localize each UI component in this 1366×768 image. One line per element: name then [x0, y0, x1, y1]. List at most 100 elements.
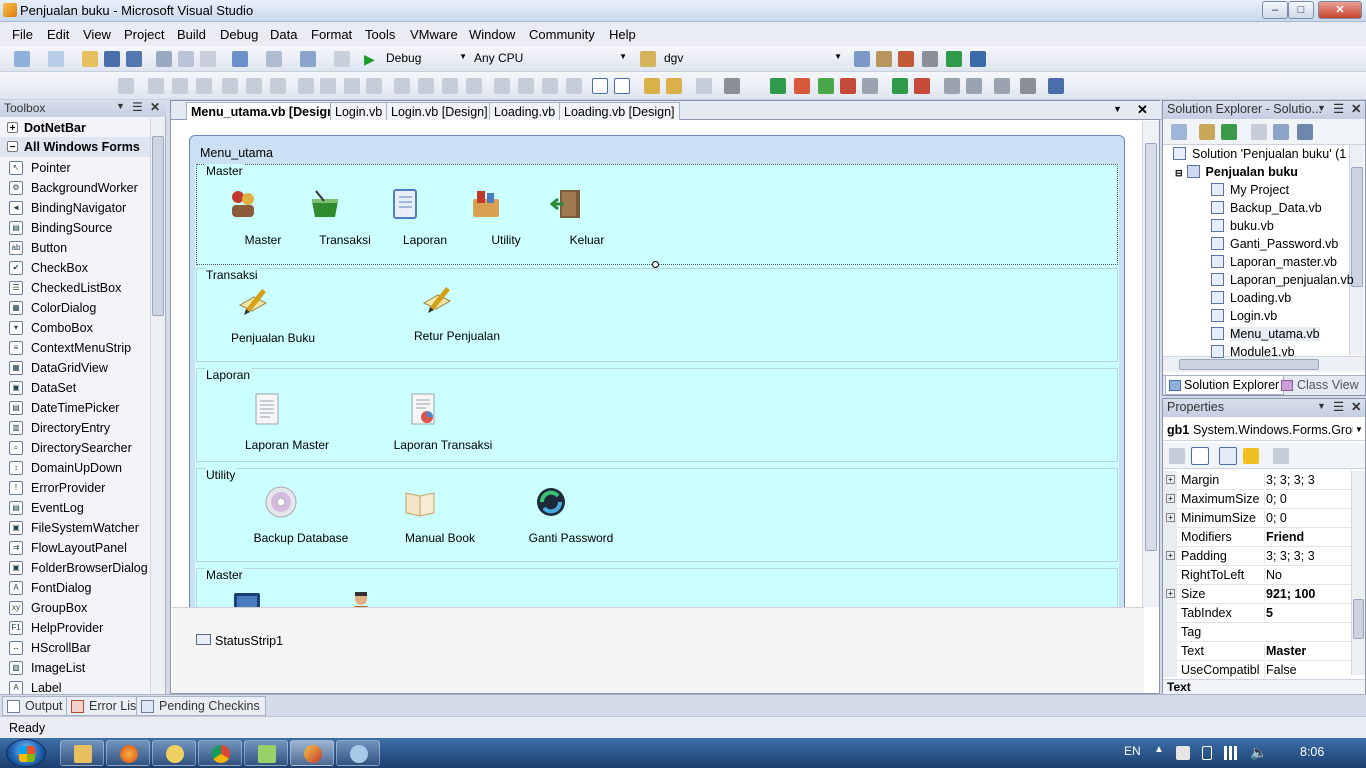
backup-database-button[interactable]: Backup Database	[254, 485, 348, 545]
toolbox-pin-icon[interactable]: ☰	[132, 100, 143, 114]
action-center-icon[interactable]	[1176, 746, 1190, 760]
align-bottoms-icon[interactable]	[270, 78, 286, 94]
toolbox-item-bindingsource[interactable]: ▤ BindingSource	[0, 218, 150, 238]
align-centers-icon[interactable]	[172, 78, 188, 94]
designer-scrollbar[interactable]	[1142, 121, 1159, 607]
toolbox-item-eventlog[interactable]: ▤ EventLog	[0, 498, 150, 518]
tab-pending-checkins[interactable]: Pending Checkins	[136, 696, 266, 716]
tab-solution-explorer[interactable]: Solution Explorer	[1165, 376, 1285, 395]
props-pin-icon[interactable]: ☰	[1333, 399, 1344, 414]
tab-menu-utama-design[interactable]: Menu_utama.vb [Design]	[186, 102, 344, 120]
solution-explorer-icon[interactable]	[854, 51, 870, 67]
center-vertically-icon[interactable]	[614, 78, 630, 94]
toolbox-item-flowlayoutpanel[interactable]: ⇉ FlowLayoutPanel	[0, 538, 150, 558]
configuration-combo[interactable]: Debug ▼	[382, 49, 470, 68]
tab-loading-design[interactable]: Loading.vb [Design]	[559, 102, 680, 120]
toolbox-item-fontdialog[interactable]: A FontDialog	[0, 578, 150, 598]
send-to-back-icon[interactable]	[666, 78, 682, 94]
property-row-maximumsize[interactable]: + MaximumSize 0; 0	[1163, 490, 1351, 509]
step-icon[interactable]	[818, 78, 834, 94]
form-menu-utama[interactable]: Menu_utama Master Master Transaksi Lapor…	[189, 135, 1125, 613]
start-button[interactable]	[6, 739, 46, 767]
toolbox-item-helpprovider[interactable]: F1 HelpProvider	[0, 618, 150, 638]
property-value[interactable]: 0; 0	[1264, 492, 1350, 506]
groupbox-transaksi[interactable]: Transaksi Penjualan Buku Retur Penjualan	[196, 268, 1118, 362]
navigate-icon[interactable]	[300, 51, 316, 67]
property-value[interactable]: No	[1264, 568, 1350, 582]
se-pin-icon[interactable]: ☰	[1333, 101, 1344, 116]
property-row-padding[interactable]: + Padding 3; 3; 3; 3	[1163, 547, 1351, 566]
toolbox-item-colordialog[interactable]: ▦ ColorDialog	[0, 298, 150, 318]
toolbox-item-errorprovider[interactable]: ! ErrorProvider	[0, 478, 150, 498]
master-button[interactable]: Master	[223, 187, 281, 247]
toolbox-category-all-windows-forms[interactable]: − All Windows Forms	[0, 137, 150, 157]
increase-spacing-icon[interactable]	[418, 78, 434, 94]
laporan-master-button[interactable]: Laporan Master	[245, 392, 329, 452]
property-value[interactable]: Friend	[1264, 530, 1350, 544]
laporan-transaksi-button[interactable]: Laporan Transaksi	[394, 392, 492, 452]
toolbox-item-checkedlistbox[interactable]: ☰ CheckedListBox	[0, 278, 150, 298]
record-icon[interactable]	[914, 78, 930, 94]
properties-icon[interactable]	[1171, 124, 1187, 140]
size-to-grid-icon[interactable]	[366, 78, 382, 94]
designer-scroll-thumb[interactable]	[1145, 143, 1157, 551]
property-row-text[interactable]: Text Master	[1163, 642, 1351, 661]
align-middles-icon[interactable]	[246, 78, 262, 94]
menu-file[interactable]: File	[12, 27, 33, 42]
toolbox-dropdown-icon[interactable]: ▼	[116, 101, 125, 111]
menu-build[interactable]: Build	[177, 27, 206, 42]
props-dropdown-icon[interactable]: ▼	[1317, 401, 1326, 411]
props-scroll-thumb[interactable]	[1353, 599, 1364, 639]
property-row-modifiers[interactable]: Modifiers Friend	[1163, 528, 1351, 547]
redo-icon[interactable]	[266, 51, 282, 67]
paste-icon[interactable]	[200, 51, 216, 67]
toolbox-item-backgroundworker[interactable]: ⚙ BackgroundWorker	[0, 178, 150, 198]
same-height-icon[interactable]	[320, 78, 336, 94]
battery-icon[interactable]	[1202, 746, 1212, 760]
file-node[interactable]: buku.vb	[1211, 219, 1274, 233]
props-scrollbar[interactable]	[1351, 471, 1365, 675]
remove-vspacing-icon[interactable]	[566, 78, 582, 94]
toolbox-tools-icon[interactable]	[922, 51, 938, 67]
start-page-icon[interactable]	[946, 51, 962, 67]
monitor-button[interactable]	[227, 587, 267, 608]
align-rights-icon[interactable]	[196, 78, 212, 94]
align-tops-icon[interactable]	[222, 78, 238, 94]
debug-window-icon[interactable]	[862, 78, 878, 94]
cut-icon[interactable]	[156, 51, 172, 67]
object-browser-icon[interactable]	[898, 51, 914, 67]
toolbox-item-directoryentry[interactable]: ▥ DirectoryEntry	[0, 418, 150, 438]
props-close-icon[interactable]: ✕	[1351, 399, 1361, 414]
toolbox-item-dataset[interactable]: ▣ DataSet	[0, 378, 150, 398]
language-indicator[interactable]: EN	[1124, 744, 1141, 758]
events-icon[interactable]	[1243, 448, 1259, 464]
file-node[interactable]: Module1.vb	[1211, 345, 1295, 359]
run-to-cursor-icon[interactable]	[892, 78, 908, 94]
platform-combo[interactable]: Any CPU ▼	[470, 49, 630, 68]
open-folder-icon[interactable]	[82, 51, 98, 67]
tab-output[interactable]: Output	[2, 696, 69, 716]
keluar-button[interactable]: Keluar	[547, 187, 604, 247]
groupbox-master-2[interactable]: Master	[196, 568, 1118, 608]
tab-loading-vb[interactable]: Loading.vb	[489, 102, 561, 120]
expand-icon[interactable]: +	[1166, 513, 1175, 522]
object-selector[interactable]: gb1 System.Windows.Forms.Grou ▼	[1163, 419, 1365, 441]
toolbox-item-datetimepicker[interactable]: ▤ DateTimePicker	[0, 398, 150, 418]
minimize-button[interactable]: –	[1262, 1, 1288, 19]
taskbar-app[interactable]	[152, 740, 196, 766]
resize-handle[interactable]	[652, 261, 659, 268]
toolbox-item-directorysearcher[interactable]: ⌕ DirectorySearcher	[0, 438, 150, 458]
property-row-minimumsize[interactable]: + MinimumSize 0; 0	[1163, 509, 1351, 528]
decrease-spacing-icon[interactable]	[442, 78, 458, 94]
utility-button[interactable]: Utility	[466, 187, 521, 247]
person-button[interactable]	[341, 587, 381, 608]
toolbox-item-contextmenustrip[interactable]: ≡ ContextMenuStrip	[0, 338, 150, 358]
se-close-icon[interactable]: ✕	[1351, 101, 1361, 116]
lock-controls-icon[interactable]	[724, 78, 740, 94]
file-node[interactable]: Laporan_master.vb	[1211, 255, 1337, 269]
start-debug-icon[interactable]: ▶	[364, 51, 380, 67]
view-designer-icon[interactable]	[1273, 124, 1289, 140]
manual-book-button[interactable]: Manual Book	[400, 485, 475, 545]
statusstrip-component[interactable]: StatusStrip1	[215, 634, 283, 648]
ganti-password-button[interactable]: Ganti Password	[529, 485, 613, 545]
